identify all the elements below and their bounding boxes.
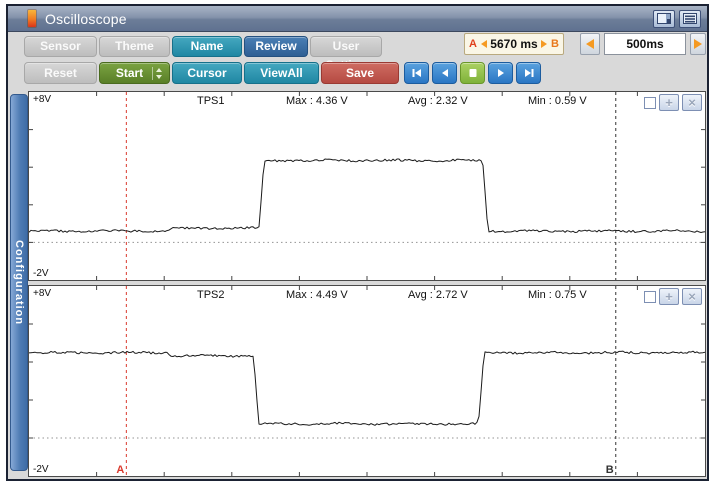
min-stat: Min : 0.75 V [528,289,587,301]
skip-to-start-button[interactable] [404,62,429,84]
play-button[interactable] [488,62,513,84]
top-voltage-label: +8V [33,288,52,299]
avg-stat: Avg : 2.32 V [408,95,468,107]
channel-zoom-button[interactable]: + [659,94,679,111]
waveform-tps2 [29,286,705,476]
min-stat: Min : 0.59 V [528,95,587,107]
start-spinner-icon[interactable] [152,67,164,80]
stop-button[interactable] [460,62,485,84]
titlebar: Oscilloscope [8,6,707,32]
name-button[interactable]: Name [172,36,242,57]
app-icon [28,10,36,27]
channel-name: TPS2 [197,289,225,301]
theme-button[interactable]: Theme [99,36,170,57]
avg-stat: Avg : 2.72 V [408,289,468,301]
channel-close-button[interactable]: × [682,288,702,305]
bottom-voltage-label: -2V [33,268,49,279]
max-stat: Max : 4.36 V [286,95,348,107]
max-stat: Max : 4.49 V [286,289,348,301]
channel-name: TPS1 [197,95,225,107]
window-title: Oscilloscope [45,10,127,27]
top-voltage-label: +8V [33,94,52,105]
bottom-voltage-label: -2V [33,464,49,475]
oscilloscope-window: Oscilloscope Sensor Theme Name Review Us… [6,4,709,481]
waveform-tps1 [29,92,705,280]
left-arrow-icon [586,39,594,49]
interval-left-arrow-icon [480,40,487,48]
cursor-button[interactable]: Cursor [172,62,242,84]
start-button[interactable]: Start [99,62,170,84]
channel-close-button[interactable]: × [682,94,702,111]
ab-interval-box: A 5670 ms B [464,33,564,55]
sensor-button[interactable]: Sensor [24,36,97,57]
ab-interval-value: 5670 ms [490,37,538,51]
channel-select-checkbox[interactable] [644,290,656,303]
configuration-tab-label: Configuration [13,239,25,326]
interval-right-arrow-icon [541,40,548,48]
cursor-a-marker[interactable]: A [116,464,124,476]
timebase-increase-button[interactable] [690,33,706,55]
skip-to-end-button[interactable] [516,62,541,84]
cursor-b-letter: B [551,38,559,50]
configuration-tab[interactable]: Configuration [10,94,28,471]
cursor-b-marker[interactable]: B [606,464,614,476]
timebase-decrease-button[interactable] [580,33,600,55]
review-button[interactable]: Review [244,36,308,57]
playback-controls [404,62,541,84]
channel-select-checkbox[interactable] [644,96,656,109]
step-back-button[interactable] [432,62,457,84]
channel-panel-tps1: +8V -2V TPS1 Max : 4.36 V Avg : 2.32 V M… [28,91,706,281]
channel-panel-tps2: +8V -2V TPS2 Max : 4.49 V Avg : 2.72 V M… [28,285,706,477]
channel-zoom-button[interactable]: + [659,288,679,305]
cursor-a-letter: A [469,38,477,50]
window-lines-icon[interactable] [679,9,701,28]
timebase-value[interactable]: 500ms [604,33,686,55]
save-button[interactable]: Save [321,62,399,84]
user-setting-button[interactable]: User Setting [310,36,382,72]
reset-button[interactable]: Reset [24,62,97,84]
viewall-button[interactable]: ViewAll [244,62,319,84]
right-arrow-icon [694,39,702,49]
start-button-label: Start [115,66,144,80]
window-panel-icon[interactable] [653,9,675,28]
